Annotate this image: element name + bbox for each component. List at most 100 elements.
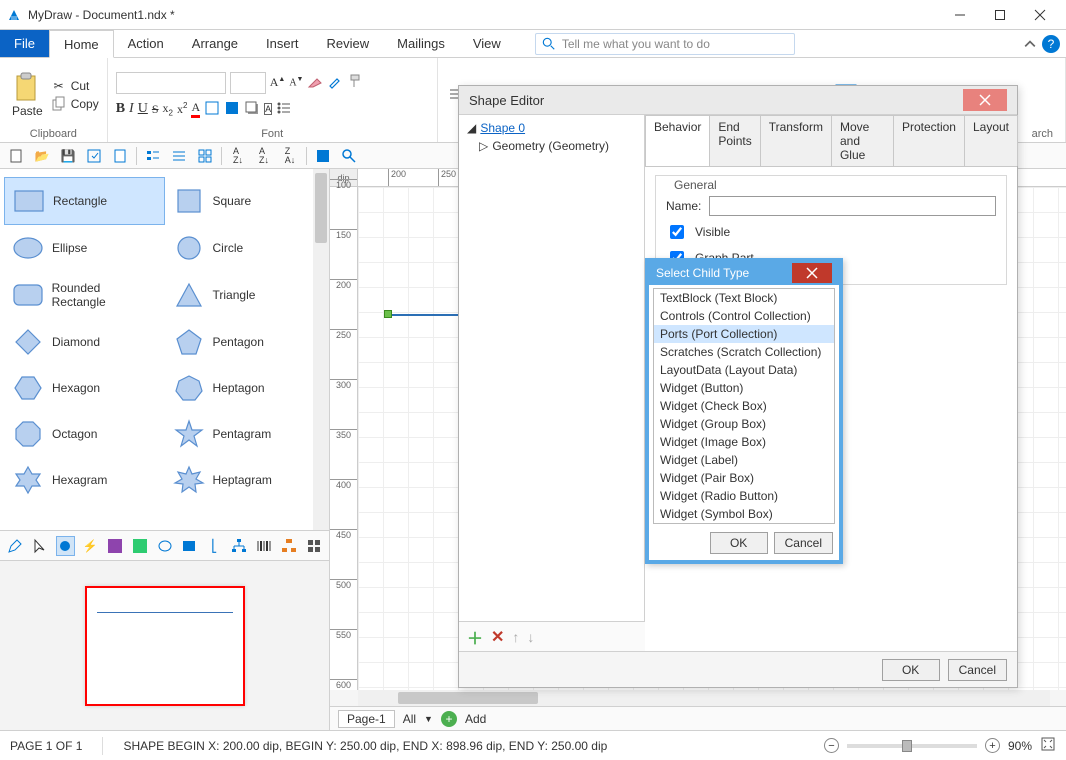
close-button[interactable]	[1020, 1, 1060, 29]
tab-action[interactable]: Action	[114, 30, 178, 57]
st-color2-icon[interactable]	[130, 536, 149, 556]
superscript-icon[interactable]: x2	[177, 101, 187, 117]
child-type-item[interactable]: Widget (Image Box)	[654, 433, 834, 451]
qb-doc-icon[interactable]	[110, 146, 130, 166]
qb-sort-za-icon[interactable]: ZA↓	[280, 146, 300, 166]
shape-item-octagon[interactable]: Octagon	[4, 411, 165, 457]
qb-open-icon[interactable]: 📂	[32, 146, 52, 166]
maximize-button[interactable]	[980, 1, 1020, 29]
child-type-item[interactable]: Widget (Label)	[654, 451, 834, 469]
popup-close-button[interactable]	[792, 263, 832, 283]
editor-tab-transform[interactable]: Transform	[760, 115, 832, 166]
qb-export-icon[interactable]	[84, 146, 104, 166]
editor-tab-behavior[interactable]: Behavior	[645, 115, 710, 166]
qb-layers-icon[interactable]	[313, 146, 333, 166]
popup-cancel-button[interactable]: Cancel	[774, 532, 833, 554]
shape-item-roundrect[interactable]: Rounded Rectangle	[4, 271, 165, 319]
textbox-icon[interactable]: A	[264, 103, 272, 115]
shape-item-pentagon[interactable]: Pentagon	[165, 319, 326, 365]
qb-search-icon[interactable]	[339, 146, 359, 166]
st-pencil-icon[interactable]	[6, 536, 25, 556]
dialog-ok-button[interactable]: OK	[882, 659, 940, 681]
shape-item-diamond[interactable]: Diamond	[4, 319, 165, 365]
shape-item-ellipse[interactable]: Ellipse	[4, 225, 165, 271]
st-fill-icon[interactable]	[56, 536, 75, 556]
st-rect-icon[interactable]	[180, 536, 199, 556]
clear-format-icon[interactable]	[307, 73, 323, 92]
qb-sort-ia-icon[interactable]: AZ↓	[254, 146, 274, 166]
child-type-item[interactable]: LayoutData (Layout Data)	[654, 361, 834, 379]
copy-button[interactable]: Copy	[51, 96, 99, 112]
st-bracket-icon[interactable]: ⎣	[205, 536, 224, 556]
all-dropdown-icon[interactable]: ▼	[424, 714, 433, 724]
name-input[interactable]	[709, 196, 996, 216]
shape-item-pentagram[interactable]: Pentagram	[165, 411, 326, 457]
font-color-icon[interactable]: A	[191, 100, 200, 118]
italic-icon[interactable]: I	[129, 101, 134, 117]
shape-line[interactable]	[388, 314, 468, 316]
dialog-cancel-button[interactable]: Cancel	[948, 659, 1007, 681]
shape-item-heptagram[interactable]: Heptagram	[165, 457, 326, 503]
tab-view[interactable]: View	[459, 30, 515, 57]
shape-handle[interactable]	[384, 310, 392, 318]
help-button[interactable]: ?	[1042, 35, 1060, 53]
highlight-icon[interactable]	[204, 100, 220, 119]
strikethrough-icon[interactable]: S	[152, 102, 159, 117]
child-type-item[interactable]: TextBlock (Text Block)	[654, 289, 834, 307]
delete-child-icon[interactable]: ✕	[491, 627, 504, 647]
child-type-item[interactable]: Widget (Group Box)	[654, 415, 834, 433]
eyedropper-icon[interactable]	[327, 73, 343, 92]
child-type-item[interactable]: Ports (Port Collection)	[654, 325, 834, 343]
add-page-label[interactable]: Add	[465, 712, 486, 726]
shape-item-circle[interactable]: Circle	[165, 225, 326, 271]
font-family-combo[interactable]	[116, 72, 226, 94]
tab-review[interactable]: Review	[313, 30, 384, 57]
tab-home[interactable]: Home	[49, 30, 114, 58]
horizontal-scrollbar[interactable]	[358, 690, 1050, 706]
visible-checkbox[interactable]	[670, 225, 684, 239]
child-type-item[interactable]: Widget (Symbol Box)	[654, 505, 834, 523]
qb-list-icon[interactable]	[143, 146, 163, 166]
zoom-slider[interactable]	[847, 744, 977, 748]
qb-grid-icon[interactable]	[195, 146, 215, 166]
fill-color-icon[interactable]	[224, 100, 240, 119]
shape-item-triangle[interactable]: Triangle	[165, 271, 326, 319]
popup-titlebar[interactable]: Select Child Type	[648, 261, 840, 285]
search-box[interactable]: Tell me what you want to do	[535, 33, 795, 55]
tree-geometry[interactable]: ▷ Geometry (Geometry)	[463, 137, 640, 155]
child-type-item[interactable]: Widget (Check Box)	[654, 397, 834, 415]
move-up-icon[interactable]: ↑	[512, 629, 519, 645]
underline-icon[interactable]: U	[138, 101, 148, 117]
subscript-icon[interactable]: x2	[163, 101, 173, 117]
minimize-button[interactable]	[940, 1, 980, 29]
shape-item-heptagon[interactable]: Heptagon	[165, 365, 326, 411]
shrink-font-icon[interactable]: A▼	[289, 76, 303, 88]
child-type-item[interactable]: Widget (Pair Box)	[654, 469, 834, 487]
child-type-item[interactable]: Widget (Button)	[654, 379, 834, 397]
bullet-icon[interactable]	[276, 100, 292, 119]
dialog-titlebar[interactable]: Shape Editor	[459, 86, 1017, 114]
qb-sort-az-icon[interactable]: AZ↓	[228, 146, 248, 166]
editor-tab-layout[interactable]: Layout	[964, 115, 1018, 166]
shapes-scrollbar[interactable]	[313, 169, 329, 530]
qb-task-icon[interactable]	[169, 146, 189, 166]
editor-tab-end-points[interactable]: End Points	[709, 115, 760, 166]
shadow-icon[interactable]	[244, 100, 260, 119]
dialog-close-button[interactable]	[963, 89, 1007, 111]
shape-item-rect[interactable]: Rectangle	[4, 177, 165, 225]
st-org-icon[interactable]	[279, 536, 298, 556]
all-label[interactable]: All	[403, 712, 416, 726]
child-type-item[interactable]: Widget (Radio Button)	[654, 487, 834, 505]
tab-mailings[interactable]: Mailings	[383, 30, 459, 57]
shape-item-hexagram[interactable]: Hexagram	[4, 457, 165, 503]
grow-font-icon[interactable]: A▲	[270, 75, 286, 90]
paste-button[interactable]: Paste	[8, 70, 47, 120]
st-pointer-icon[interactable]	[31, 536, 50, 556]
shape-item-hexagon[interactable]: Hexagon	[4, 365, 165, 411]
fit-page-icon[interactable]	[1040, 736, 1056, 755]
zoom-in-icon[interactable]: +	[985, 738, 1000, 753]
file-tab[interactable]: File	[0, 30, 49, 57]
editor-tab-protection[interactable]: Protection	[893, 115, 965, 166]
qb-save-icon[interactable]: 💾	[58, 146, 78, 166]
collapse-ribbon-icon[interactable]	[1024, 38, 1036, 50]
